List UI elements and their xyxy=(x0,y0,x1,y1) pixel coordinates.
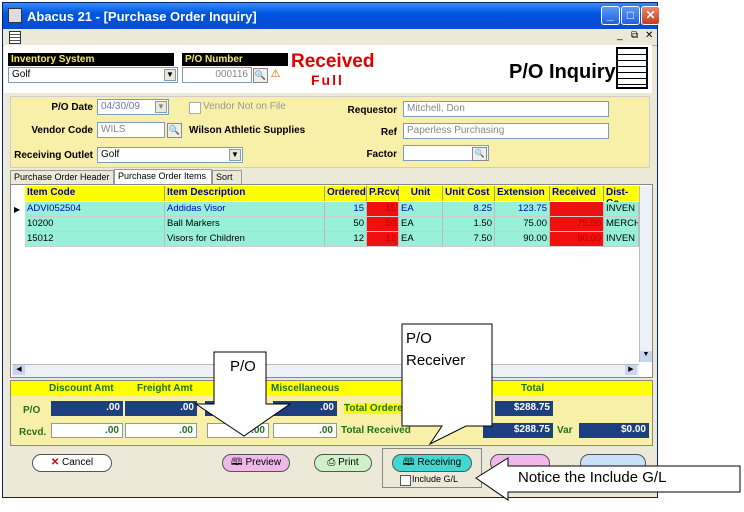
po-callout-label: P/O xyxy=(230,358,256,375)
annotation-layer: P/O P/O Receiver Notice the Include G/L xyxy=(0,0,744,512)
notice-callout-label: Notice the Include G/L xyxy=(518,469,667,486)
callout-arrows xyxy=(194,323,741,501)
receiver-callout-line2: Receiver xyxy=(406,352,466,369)
receiver-callout-line1: P/O xyxy=(406,330,432,347)
